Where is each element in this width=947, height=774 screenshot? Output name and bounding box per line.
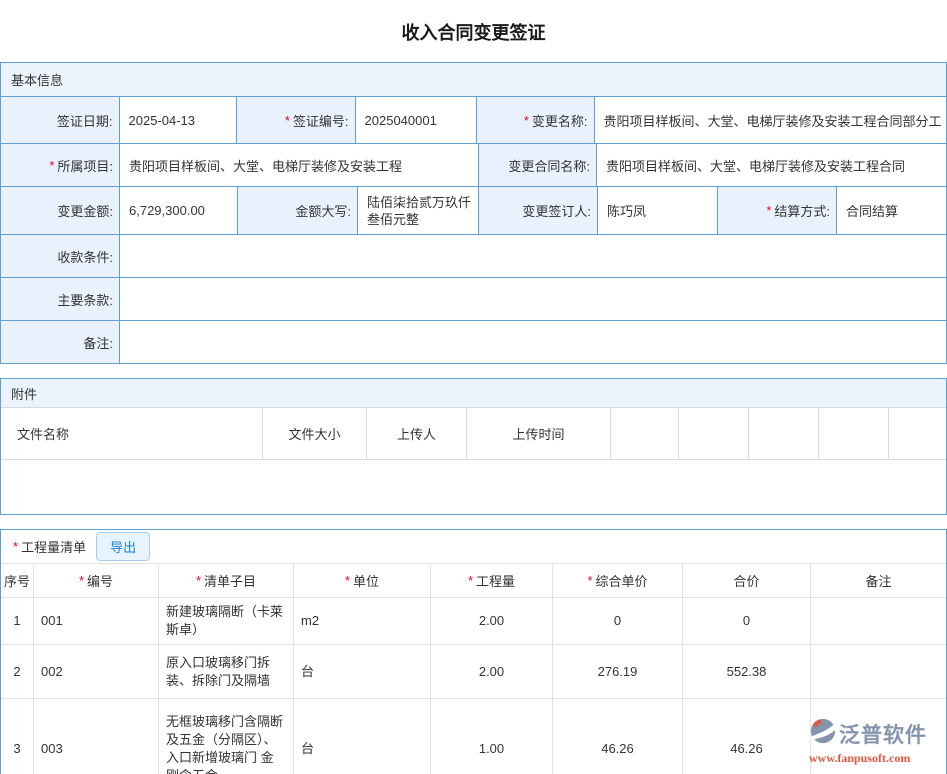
boq-cell-seq: 1 xyxy=(1,598,34,644)
boq-cell-unit: 台 xyxy=(294,699,431,774)
change-contract-value: 贵阳项目样板间、大堂、电梯厅装修及安装工程合同 xyxy=(597,144,946,186)
boq-cell-unit: 台 xyxy=(294,645,431,698)
attach-header-upload-time: 上传时间 xyxy=(467,408,611,459)
boq-header-remark: 备注 xyxy=(811,564,946,597)
fanpu-logo: 泛普软件 www.fanpusoft.com xyxy=(809,717,941,766)
table-row: 1 001 新建玻璃隔断（卡莱斯卓） m2 2.00 0 0 xyxy=(1,598,946,645)
required-marker: * xyxy=(468,573,473,588)
table-row: 3 003 无框玻璃移门含隔断及五金（分隔区）、入口新增玻璃门 金刚含五金 台 … xyxy=(1,699,946,774)
attachments-table-header: 文件名称 文件大小 上传人 上传时间 xyxy=(1,408,946,460)
remark-label: 备注: xyxy=(1,321,120,363)
change-name-value: 贵阳项目样板间、大堂、电梯厅装修及安装工程合同部分工 xyxy=(595,97,946,143)
basic-row-5: 主要条款: xyxy=(1,278,946,321)
change-amount-value: 6,729,300.00 xyxy=(120,187,238,234)
boq-header-price: *综合单价 xyxy=(553,564,683,597)
signer-value: 陈巧凤 xyxy=(598,187,718,234)
boq-cell-price: 276.19 xyxy=(553,645,683,698)
boq-cell-total: 0 xyxy=(683,598,811,644)
fanpu-logo-icon xyxy=(809,717,837,750)
boq-header-seq: 序号 xyxy=(1,564,34,597)
attach-header-empty-2 xyxy=(679,408,749,459)
sign-date-value: 2025-04-13 xyxy=(120,97,238,143)
remark-value xyxy=(120,321,946,363)
basic-row-4: 收款条件: xyxy=(1,235,946,278)
signer-label: 变更签订人: xyxy=(479,187,598,234)
boq-section: * 工程量清单 导出 序号 *编号 *清单子目 *单位 *工程量 *综合单价 合… xyxy=(0,529,947,774)
amount-words-value: 陆佰柒拾贰万玖仟叁佰元整 xyxy=(358,187,479,234)
boq-table-header: 序号 *编号 *清单子目 *单位 *工程量 *综合单价 合价 备注 xyxy=(1,564,946,598)
required-marker: * xyxy=(13,539,18,554)
boq-cell-qty: 1.00 xyxy=(431,699,553,774)
sign-no-label: *签证编号: xyxy=(237,97,356,143)
main-clauses-label: 主要条款: xyxy=(1,278,120,320)
attach-header-empty-3 xyxy=(749,408,819,459)
required-marker: * xyxy=(196,573,201,588)
attach-header-empty-1 xyxy=(611,408,679,459)
basic-row-2: *所属项目: 贵阳项目样板间、大堂、电梯厅装修及安装工程 变更合同名称: 贵阳项… xyxy=(1,144,946,187)
attachments-empty-body xyxy=(1,460,946,514)
boq-cell-item: 新建玻璃隔断（卡莱斯卓） xyxy=(159,598,294,644)
boq-cell-item: 无框玻璃移门含隔断及五金（分隔区）、入口新增玻璃门 金刚含五金 xyxy=(159,699,294,774)
settle-method-label: *结算方式: xyxy=(718,187,837,234)
required-marker: * xyxy=(766,203,771,218)
attach-header-empty-5 xyxy=(889,408,946,459)
fanpu-url-text: www.fanpusoft.com xyxy=(809,751,941,766)
boq-cell-price: 46.26 xyxy=(553,699,683,774)
attach-header-empty-4 xyxy=(819,408,889,459)
boq-cell-price: 0 xyxy=(553,598,683,644)
main-clauses-value xyxy=(120,278,946,320)
boq-cell-item: 原入口玻璃移门拆装、拆除门及隔墙 xyxy=(159,645,294,698)
boq-cell-seq: 3 xyxy=(1,699,34,774)
export-button[interactable]: 导出 xyxy=(96,532,150,561)
required-marker: * xyxy=(587,573,592,588)
boq-cell-remark xyxy=(811,645,946,698)
attachments-section: 附件 文件名称 文件大小 上传人 上传时间 xyxy=(0,378,947,515)
payment-terms-label: 收款条件: xyxy=(1,235,120,277)
boq-cell-total: 552.38 xyxy=(683,645,811,698)
attach-header-uploader: 上传人 xyxy=(367,408,467,459)
fanpu-brand-text: 泛普软件 xyxy=(839,719,927,749)
boq-cell-code: 002 xyxy=(34,645,159,698)
boq-cell-qty: 2.00 xyxy=(431,645,553,698)
boq-cell-qty: 2.00 xyxy=(431,598,553,644)
basic-row-1: 签证日期: 2025-04-13 *签证编号: 2025040001 *变更名称… xyxy=(1,97,946,144)
boq-cell-code: 003 xyxy=(34,699,159,774)
change-contract-label: 变更合同名称: xyxy=(479,144,597,186)
sign-date-label: 签证日期: xyxy=(1,97,120,143)
boq-section-title: 工程量清单 xyxy=(21,537,86,556)
required-marker: * xyxy=(79,573,84,588)
boq-cell-total: 46.26 xyxy=(683,699,811,774)
sign-no-value: 2025040001 xyxy=(356,97,478,143)
boq-header-unit: *单位 xyxy=(294,564,431,597)
basic-info-section: 基本信息 签证日期: 2025-04-13 *签证编号: 2025040001 … xyxy=(0,62,947,364)
attach-header-file-size: 文件大小 xyxy=(263,408,367,459)
boq-titlebar: * 工程量清单 导出 xyxy=(1,530,946,564)
attach-header-file-name: 文件名称 xyxy=(1,408,263,459)
boq-cell-remark xyxy=(811,598,946,644)
attachments-section-header: 附件 xyxy=(1,379,946,408)
amount-words-label: 金额大写: xyxy=(238,187,358,234)
required-marker: * xyxy=(49,158,54,173)
boq-cell-seq: 2 xyxy=(1,645,34,698)
boq-header-item: *清单子目 xyxy=(159,564,294,597)
table-row: 2 002 原入口玻璃移门拆装、拆除门及隔墙 台 2.00 276.19 552… xyxy=(1,645,946,699)
project-label: *所属项目: xyxy=(1,144,120,186)
required-marker: * xyxy=(345,573,350,588)
project-value: 贵阳项目样板间、大堂、电梯厅装修及安装工程 xyxy=(120,144,479,186)
required-marker: * xyxy=(524,113,529,128)
change-name-label: *变更名称: xyxy=(477,97,595,143)
boq-cell-code: 001 xyxy=(34,598,159,644)
settle-method-value: 合同结算 xyxy=(837,187,946,234)
basic-row-6: 备注: xyxy=(1,321,946,363)
basic-info-section-header: 基本信息 xyxy=(1,63,946,97)
change-amount-label: 变更金额: xyxy=(1,187,120,234)
required-marker: * xyxy=(285,113,290,128)
boq-header-total: 合价 xyxy=(683,564,811,597)
boq-cell-unit: m2 xyxy=(294,598,431,644)
boq-header-code: *编号 xyxy=(34,564,159,597)
boq-header-qty: *工程量 xyxy=(431,564,553,597)
payment-terms-value xyxy=(120,235,946,277)
basic-row-3: 变更金额: 6,729,300.00 金额大写: 陆佰柒拾贰万玖仟叁佰元整 变更… xyxy=(1,187,946,235)
page-title: 收入合同变更签证 xyxy=(0,0,947,62)
